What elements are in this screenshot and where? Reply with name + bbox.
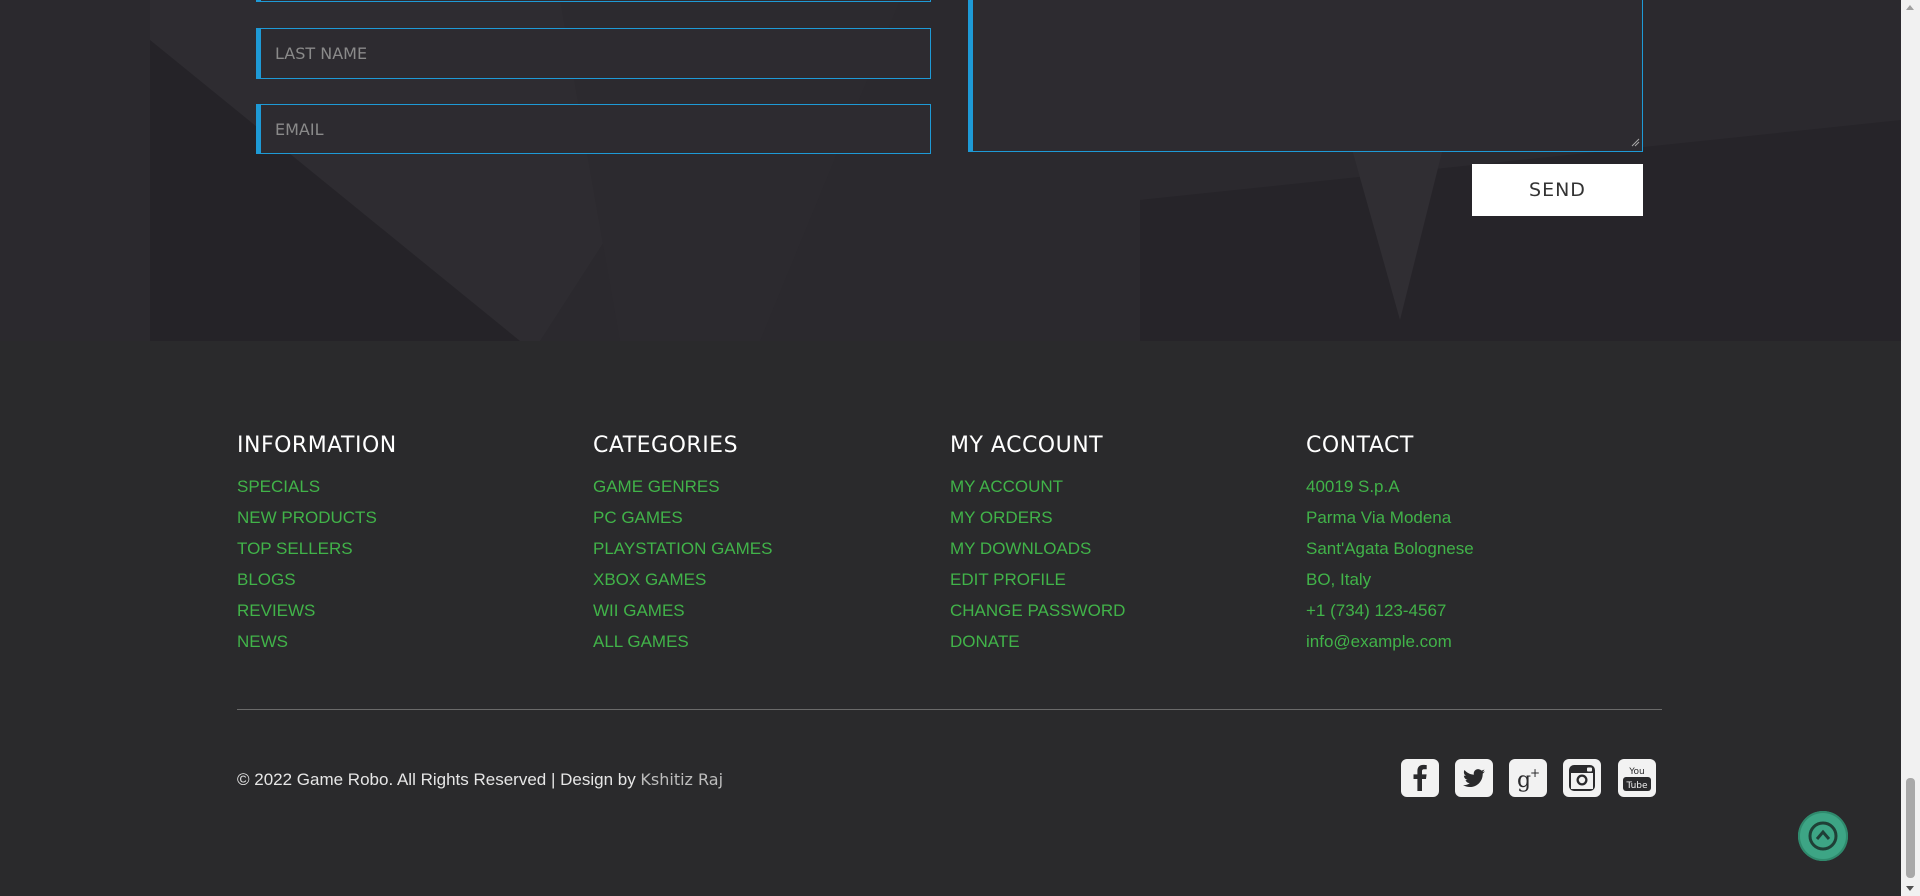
footer-link-reviews[interactable]: REVIEWS: [237, 601, 315, 620]
categories-heading: CATEGORIES: [593, 433, 739, 458]
footer-link-pc-games[interactable]: PC GAMES: [593, 508, 683, 527]
svg-text:Tube: Tube: [1625, 781, 1648, 791]
information-heading: INFORMATION: [237, 433, 397, 458]
footer: INFORMATION SPECIALS NEW PRODUCTS TOP SE…: [0, 341, 1901, 896]
scroll-up-arrow-icon[interactable]: [1906, 5, 1914, 10]
facebook-icon[interactable]: [1401, 759, 1439, 797]
my-account-heading: MY ACCOUNT: [950, 433, 1104, 458]
footer-link-specials[interactable]: SPECIALS: [237, 477, 320, 496]
footer-link-my-orders[interactable]: MY ORDERS: [950, 508, 1053, 527]
footer-link-wii-games[interactable]: WII GAMES: [593, 601, 685, 620]
svg-text:g: g: [1517, 768, 1531, 793]
scrollbar[interactable]: [1901, 0, 1920, 896]
footer-link-change-password[interactable]: CHANGE PASSWORD: [950, 601, 1125, 620]
arrow-up-circle-icon: [1808, 821, 1838, 851]
contact-column: CONTACT 40019 S.p.A Parma Via Modena San…: [1306, 433, 1474, 663]
contact-heading: CONTACT: [1306, 433, 1414, 458]
twitter-icon[interactable]: [1455, 759, 1493, 797]
footer-link-all-games[interactable]: ALL GAMES: [593, 632, 689, 651]
footer-link-donate[interactable]: DONATE: [950, 632, 1020, 651]
footer-link-news[interactable]: NEWS: [237, 632, 288, 651]
back-to-top-button[interactable]: [1798, 811, 1848, 861]
information-column: INFORMATION SPECIALS NEW PRODUCTS TOP SE…: [237, 433, 397, 663]
scroll-down-arrow-icon[interactable]: [1906, 886, 1914, 891]
footer-link-my-downloads[interactable]: MY DOWNLOADS: [950, 539, 1091, 558]
send-button[interactable]: SEND: [1472, 164, 1643, 216]
footer-link-blogs[interactable]: BLOGS: [237, 570, 296, 589]
contact-region[interactable]: BO, Italy: [1306, 570, 1371, 589]
svg-text:You: You: [1628, 767, 1645, 777]
contact-street[interactable]: Parma Via Modena: [1306, 508, 1451, 527]
youtube-icon[interactable]: You Tube: [1618, 759, 1656, 797]
instagram-icon[interactable]: [1563, 759, 1601, 797]
scroll-thumb[interactable]: [1906, 778, 1915, 878]
designer-link[interactable]: Kshitiz Raj: [640, 770, 723, 789]
resize-handle-icon[interactable]: [1630, 137, 1640, 147]
footer-link-my-account[interactable]: MY ACCOUNT: [950, 477, 1063, 496]
last-name-field[interactable]: [256, 28, 931, 79]
copyright-text: © 2022 Game Robo. All Rights Reserved | …: [237, 770, 641, 789]
footer-link-edit-profile[interactable]: EDIT PROFILE: [950, 570, 1066, 589]
svg-text:+: +: [1530, 766, 1540, 780]
footer-divider: [237, 709, 1662, 710]
message-textarea[interactable]: [968, 0, 1643, 152]
copyright: © 2022 Game Robo. All Rights Reserved | …: [237, 770, 723, 790]
footer-link-top-sellers[interactable]: TOP SELLERS: [237, 539, 353, 558]
my-account-column: MY ACCOUNT MY ACCOUNT MY ORDERS MY DOWNL…: [950, 433, 1125, 663]
first-name-field[interactable]: [256, 0, 931, 2]
contact-form-section: SEND: [0, 0, 1901, 341]
email-field[interactable]: [256, 104, 931, 154]
footer-link-game-genres[interactable]: GAME GENRES: [593, 477, 720, 496]
contact-email[interactable]: info@example.com: [1306, 632, 1452, 651]
google-plus-icon[interactable]: g +: [1509, 759, 1547, 797]
footer-link-playstation-games[interactable]: PLAYSTATION GAMES: [593, 539, 772, 558]
contact-phone[interactable]: +1 (734) 123-4567: [1306, 601, 1446, 620]
footer-link-xbox-games[interactable]: XBOX GAMES: [593, 570, 706, 589]
contact-city[interactable]: Sant'Agata Bolognese: [1306, 539, 1474, 558]
footer-link-new-products[interactable]: NEW PRODUCTS: [237, 508, 377, 527]
contact-company[interactable]: 40019 S.p.A: [1306, 477, 1400, 496]
categories-column: CATEGORIES GAME GENRES PC GAMES PLAYSTAT…: [593, 433, 772, 663]
